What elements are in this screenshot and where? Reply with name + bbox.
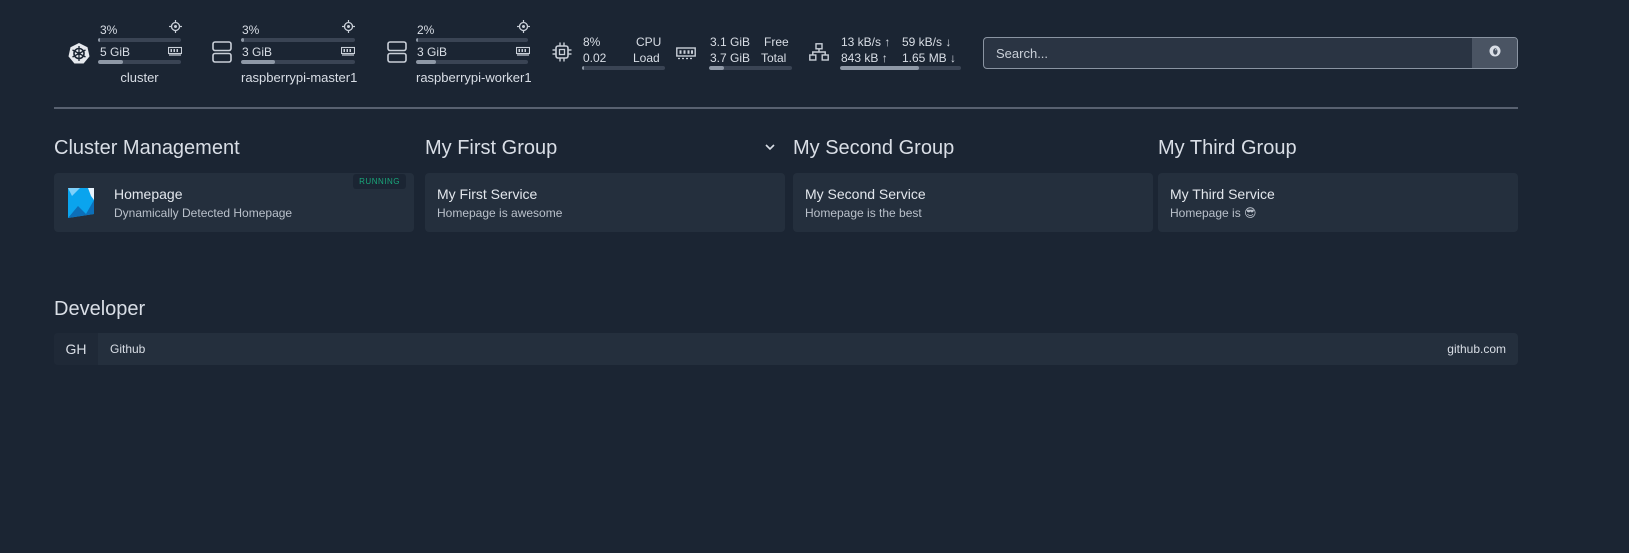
cpu-chip-icon: [342, 20, 355, 38]
memory-free-value: 3.1 GiB: [710, 35, 751, 49]
memory-module-icon: [515, 43, 531, 61]
group-my-first-group: My First Group My First Service Homepage…: [425, 133, 785, 232]
service-description: Homepage is the best: [805, 206, 922, 220]
group-cluster-management: Cluster Management Homepage Dynamically …: [54, 133, 414, 232]
kubernetes-icon: [68, 42, 90, 64]
cluster-label: cluster: [120, 70, 159, 85]
service-card-my-second-service[interactable]: My Second Service Homepage is the best: [793, 173, 1153, 232]
worker1-label: raspberrypi-worker1: [416, 70, 532, 85]
chevron-down-icon[interactable]: [764, 140, 776, 158]
total-label: Total: [761, 51, 787, 65]
service-description: Homepage is 😎: [1170, 206, 1257, 220]
header-divider: [54, 107, 1518, 109]
master1-memory-value: 3 GiB: [242, 45, 273, 59]
search-box: [983, 37, 1518, 69]
master1-memory-bar: [241, 60, 355, 64]
memory-module-icon: [167, 43, 183, 61]
network-usage-bar: [840, 66, 961, 70]
search-input[interactable]: [984, 38, 1474, 68]
homepage-dashboard: 3% 5 GiB cluster 3% 3 GiB raspberrypi-ma…: [0, 0, 1629, 553]
free-label: Free: [764, 35, 789, 49]
service-name: My Second Service: [805, 186, 926, 202]
network-icon: [809, 43, 829, 61]
server-icon: [387, 41, 407, 63]
cluster-memory-bar: [98, 60, 181, 64]
cpu-load-value: 0.02: [583, 51, 607, 65]
group-my-third-group: My Third Group My Third Service Homepage…: [1158, 133, 1518, 232]
service-name: My Third Service: [1170, 186, 1275, 202]
worker1-memory-bar: [416, 60, 528, 64]
info-widgets-bar: 3% 5 GiB cluster 3% 3 GiB raspberrypi-ma…: [54, 18, 1518, 90]
group-title: Cluster Management: [54, 137, 240, 159]
bookmark-name: Github: [110, 342, 146, 356]
group-title: My First Group: [425, 137, 558, 159]
cluster-cpu-value: 3%: [100, 23, 118, 37]
worker1-cpu-value: 2%: [417, 23, 435, 37]
load-label: Load: [633, 51, 660, 65]
service-description: Homepage is awesome: [437, 206, 563, 220]
group-title: My Third Group: [1158, 137, 1297, 159]
duckduckgo-icon: [1489, 44, 1501, 62]
bookmark-group-title: Developer: [54, 298, 146, 320]
cluster-cpu-bar: [98, 38, 181, 42]
bookmark-abbreviation: GH: [54, 333, 98, 365]
cpu-processor-icon: [552, 42, 572, 62]
master1-label: raspberrypi-master1: [241, 70, 358, 85]
cpu-label: CPU: [636, 35, 662, 49]
cpu-percent-value: 8%: [583, 35, 601, 49]
group-my-second-group: My Second Group My Second Service Homepa…: [793, 133, 1153, 232]
memory-module-icon: [340, 43, 356, 61]
server-icon: [212, 41, 232, 63]
cpu-usage-bar: [582, 66, 665, 70]
service-card-my-first-service[interactable]: My First Service Homepage is awesome: [425, 173, 785, 232]
cluster-memory-value: 5 GiB: [100, 45, 131, 59]
master1-cpu-value: 3%: [242, 23, 260, 37]
service-card-homepage[interactable]: Homepage Dynamically Detected Homepage R…: [54, 173, 414, 232]
bookmark-url: github.com: [1447, 342, 1506, 356]
download-rate-value: 59 kB/s ↓: [902, 35, 952, 49]
bookmark-github[interactable]: GH Github github.com: [54, 333, 1518, 365]
upload-rate-value: 13 kB/s ↑: [841, 35, 891, 49]
memory-total-value: 3.7 GiB: [710, 51, 751, 65]
group-title: My Second Group: [793, 137, 955, 159]
memory-usage-bar: [709, 66, 792, 70]
memory-icon: [676, 46, 696, 60]
status-badge: RUNNING: [353, 174, 406, 189]
service-name: My First Service: [437, 186, 538, 202]
service-name: Homepage: [114, 186, 183, 202]
search-provider-button[interactable]: [1472, 38, 1517, 68]
worker1-cpu-bar: [416, 38, 528, 42]
service-card-my-third-service[interactable]: My Third Service Homepage is 😎: [1158, 173, 1518, 232]
service-description: Dynamically Detected Homepage: [114, 206, 293, 220]
homepage-logo-icon: [66, 186, 96, 225]
cpu-chip-icon: [517, 20, 530, 38]
upload-total-value: 843 kB ↑: [841, 51, 888, 65]
worker1-memory-value: 3 GiB: [417, 45, 448, 59]
cpu-chip-icon: [169, 20, 182, 38]
master1-cpu-bar: [241, 38, 355, 42]
download-total-value: 1.65 MB ↓: [902, 51, 957, 65]
